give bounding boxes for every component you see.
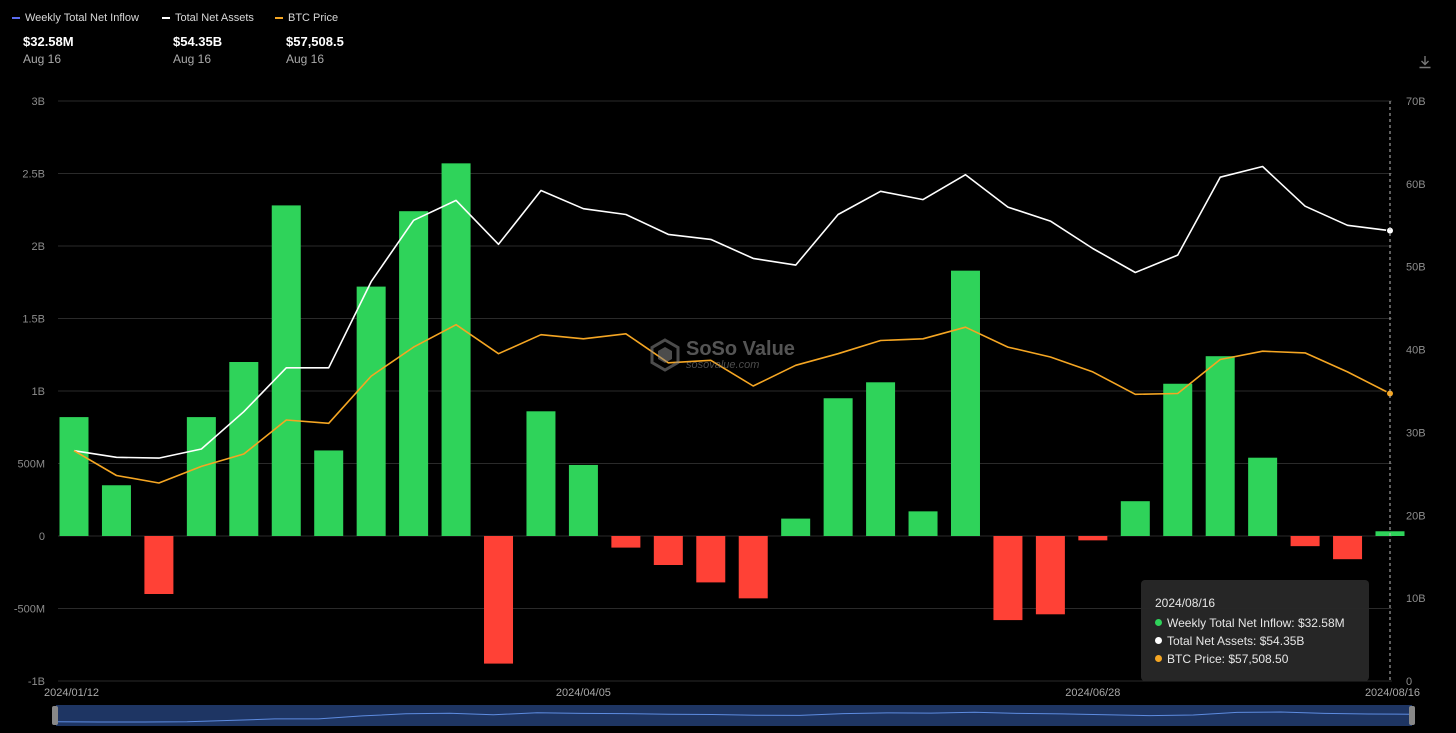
bar xyxy=(1120,501,1150,536)
x-tick-label: 2024/04/05 xyxy=(556,687,611,699)
y-left-tick-label: 0 xyxy=(39,531,45,543)
bar xyxy=(229,362,259,536)
bar xyxy=(738,536,768,599)
y-right-tick-label: 40B xyxy=(1406,345,1426,357)
y-left-tick-label: -500M xyxy=(14,604,45,616)
x-axis: 2024/01/12 2024/04/05 2024/06/28 2024/08/16 xyxy=(44,687,1420,699)
bar xyxy=(866,382,896,536)
bar xyxy=(526,411,556,536)
y-left-tick-label: 3B xyxy=(32,96,45,108)
sosovalue-logo-icon xyxy=(650,338,680,372)
bar xyxy=(568,464,598,536)
tooltip-text: Total Net Assets: $54.35B xyxy=(1167,634,1305,648)
bar xyxy=(1078,536,1108,541)
bar xyxy=(653,536,683,565)
right-axis: 70B60B50B40B30B20B10B0 xyxy=(1406,96,1426,688)
bar xyxy=(59,417,89,536)
watermark-subtitle: sosovalue.com xyxy=(686,359,760,371)
bar xyxy=(101,485,131,536)
navigator-track xyxy=(56,705,1412,726)
y-left-tick-label: 1B xyxy=(32,386,45,398)
bar xyxy=(696,536,726,583)
tooltip-dot xyxy=(1155,619,1162,626)
tooltip-row-inflow: Weekly Total Net Inflow: $32.58M xyxy=(1155,616,1355,630)
y-left-tick-label: 500M xyxy=(17,459,45,471)
bar xyxy=(1205,356,1235,536)
y-right-tick-label: 10B xyxy=(1406,593,1426,605)
tooltip-date: 2024/08/16 xyxy=(1155,596,1216,610)
x-tick-label: 2024/08/16 xyxy=(1365,687,1420,699)
y-right-tick-label: 50B xyxy=(1406,262,1426,274)
bar xyxy=(993,536,1023,621)
y-right-tick-label: 30B xyxy=(1406,427,1426,439)
range-navigator[interactable] xyxy=(52,705,1415,726)
navigator-handle-right xyxy=(1409,706,1415,725)
x-tick-label: 2024/01/12 xyxy=(44,687,99,699)
tooltip-dot xyxy=(1155,637,1162,644)
y-left-tick-label: 2.5B xyxy=(22,169,45,181)
y-left-tick-label: -1B xyxy=(28,676,45,688)
tooltip-row-btc: BTC Price: $57,508.50 xyxy=(1155,652,1355,666)
bar xyxy=(356,286,386,536)
watermark-title: SoSo Value xyxy=(686,338,795,360)
bar xyxy=(611,536,641,548)
bar xyxy=(781,518,811,536)
tooltip-row-assets: Total Net Assets: $54.35B xyxy=(1155,634,1355,648)
navigator-handle-left xyxy=(52,706,58,725)
bar xyxy=(1163,383,1193,536)
y-right-tick-label: 70B xyxy=(1406,96,1426,108)
bar xyxy=(441,163,471,536)
watermark: SoSo Value sosovalue.com xyxy=(650,338,795,372)
bar xyxy=(314,450,344,536)
bar xyxy=(1333,536,1363,560)
x-tick-label: 2024/06/28 xyxy=(1065,687,1120,699)
bar xyxy=(271,205,301,536)
tooltip-text: Weekly Total Net Inflow: $32.58M xyxy=(1167,616,1345,630)
bar xyxy=(1248,457,1278,536)
y-left-tick-label: 2B xyxy=(32,241,45,253)
bar xyxy=(399,211,429,536)
total-net-assets-line xyxy=(73,165,1391,459)
tooltip-text: BTC Price: $57,508.50 xyxy=(1167,652,1289,666)
bar xyxy=(908,511,938,536)
y-right-tick-label: 20B xyxy=(1406,510,1426,522)
bar xyxy=(186,417,216,536)
bar xyxy=(1290,536,1320,547)
bar xyxy=(950,270,980,536)
y-left-tick-label: 1.5B xyxy=(22,314,45,326)
bar xyxy=(144,536,174,594)
left-axis: 3B 2.5B 2B 1.5B 1B 500M 0 -500M -1B xyxy=(14,96,45,688)
bar xyxy=(1035,536,1065,615)
tooltip: 2024/08/16 Weekly Total Net Inflow: $32.… xyxy=(1141,580,1369,681)
tooltip-dot xyxy=(1155,655,1162,662)
bar xyxy=(823,398,853,536)
y-right-tick-label: 60B xyxy=(1406,179,1426,191)
bar xyxy=(484,536,514,664)
